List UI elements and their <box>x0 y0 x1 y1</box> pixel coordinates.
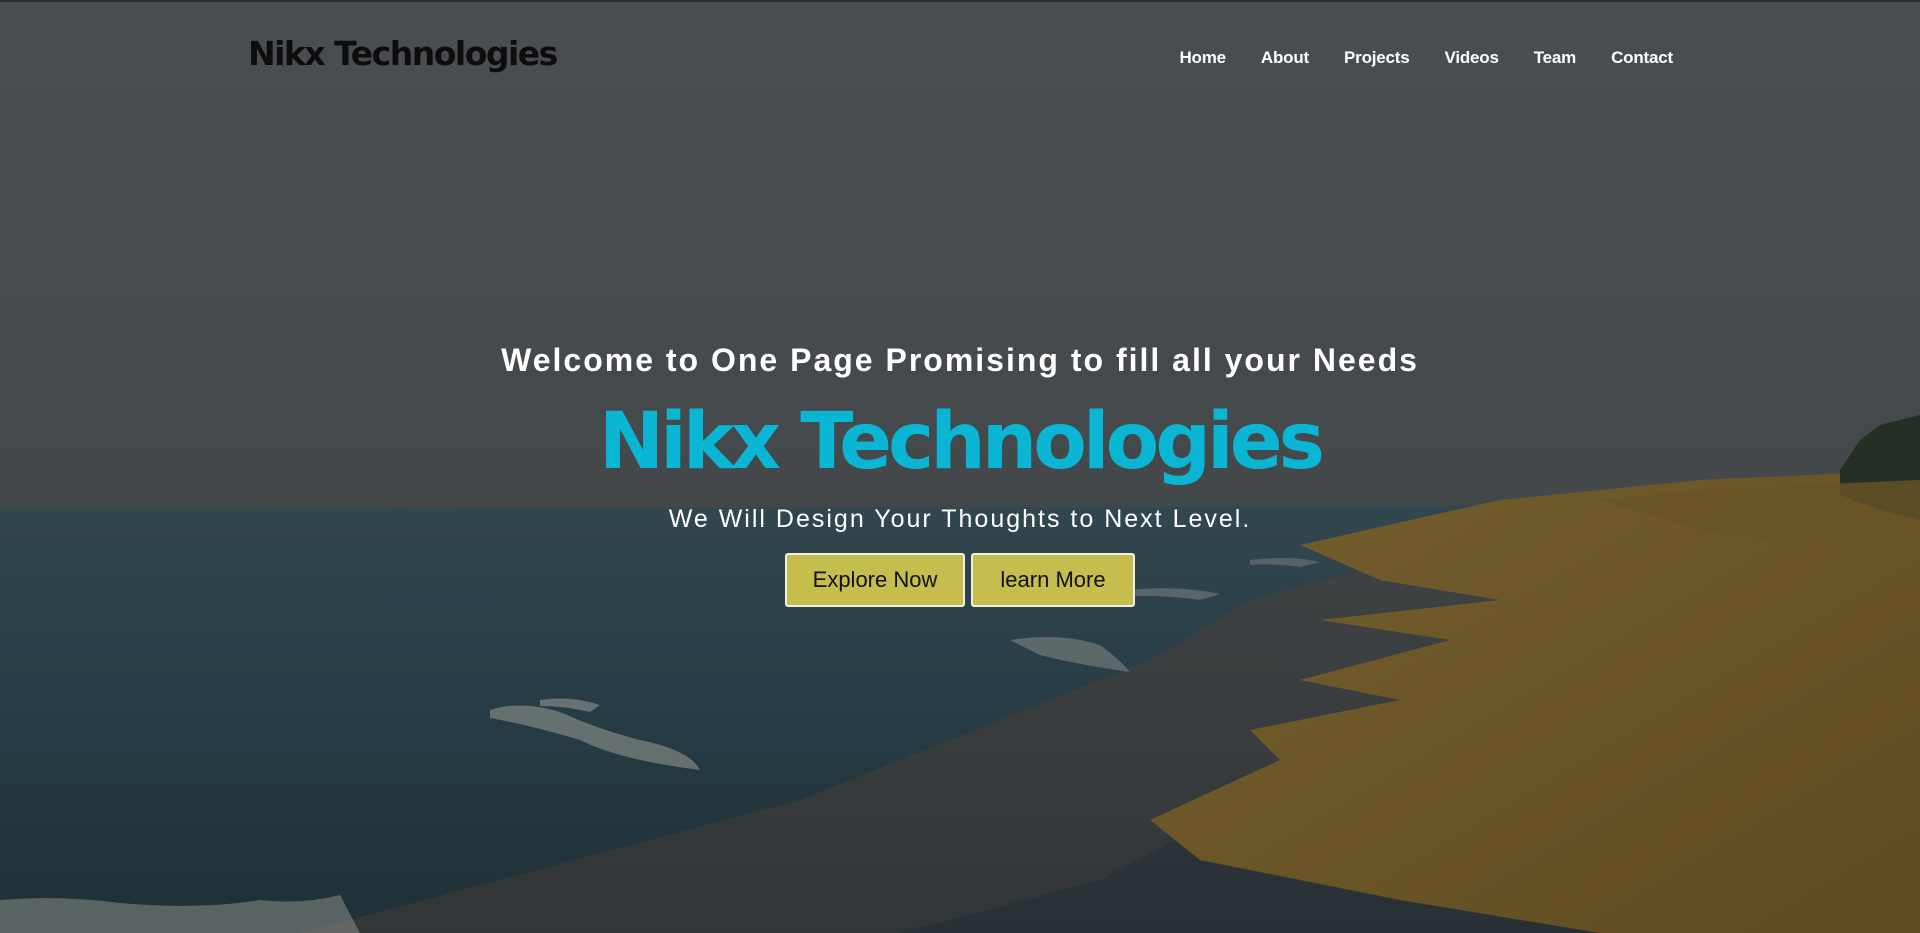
explore-now-button[interactable]: Explore Now <box>785 553 965 607</box>
nav-link-videos[interactable]: Videos <box>1445 48 1499 68</box>
hero-content: Welcome to One Page Promising to fill al… <box>0 338 1920 607</box>
hero-title: Nikx Technologies <box>598 397 1325 487</box>
nav-menu: Home About Projects Videos Team Contact <box>1144 48 1673 68</box>
hero-tagline: We Will Design Your Thoughts to Next Lev… <box>668 505 1252 533</box>
nav-link-home[interactable]: Home <box>1179 48 1226 68</box>
site-logo[interactable]: Nikx Technologies <box>248 34 558 73</box>
hero-welcome-text: Welcome to One Page Promising to fill al… <box>501 342 1419 378</box>
learn-more-button[interactable]: learn More <box>971 553 1135 607</box>
nav-link-about[interactable]: About <box>1261 48 1309 68</box>
navbar: Nikx Technologies Home About Projects Vi… <box>0 0 1920 116</box>
hero-buttons: Explore Now learn More <box>0 553 1920 607</box>
nav-link-projects[interactable]: Projects <box>1344 48 1410 68</box>
nav-link-contact[interactable]: Contact <box>1611 48 1673 68</box>
nav-link-team[interactable]: Team <box>1534 48 1577 68</box>
hero-section: Nikx Technologies Home About Projects Vi… <box>0 0 1920 933</box>
